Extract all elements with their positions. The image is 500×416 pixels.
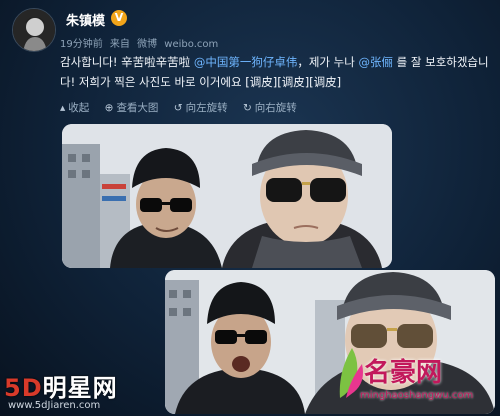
rotate-left-label: 向左旋转 [185,102,228,114]
collapse-label: 收起 [68,102,90,114]
avatar[interactable] [12,8,56,52]
watermark-minghao-url: minghaoshangwu.com [360,390,474,401]
image-toolbar: ▴ 收起 ⊕ 查看大图 ↺ 向左旋转 ↻ 向右旋转 [60,100,309,115]
mention-link-1[interactable]: @中国第一狗仔卓伟 [194,55,298,69]
rotate-right-icon: ↻ [242,102,252,114]
rotate-right-label: 向右旋转 [254,102,297,114]
username[interactable]: 朱镇模 [66,10,105,29]
watermark-5d-brand: 5D明星网 [4,368,118,403]
post-from-label: 来自 [109,39,130,50]
post-text-c: 누나 [333,55,355,69]
post-photo-1[interactable] [62,124,392,268]
watermark-5d-url: www.5dJiaren.com [8,400,101,411]
post-text: 감사합니다! 辛苦啦辛苦啦 @中国第一狗仔卓伟，제가 누나 @张俪 를 잘 보호… [60,52,492,92]
post-meta: 19分钟前 来自 微博 weibo.com [60,35,222,50]
mention-link-2[interactable]: @张俪 [358,55,393,69]
collapse-button[interactable]: ▴ 收起 [60,100,89,115]
post-site[interactable]: weibo.com [164,39,218,50]
collapse-icon: ▴ [60,102,66,114]
view-large-button[interactable]: ⊕ 查看大图 [105,100,159,115]
watermark-5d-suffix: 明星网 [42,374,118,402]
view-large-label: 查看大图 [116,102,159,114]
zoom-icon: ⊕ [104,102,114,114]
post-source[interactable]: 微博 [137,39,157,50]
rotate-left-button[interactable]: ↺ 向左旋转 [174,100,228,115]
rotate-right-button[interactable]: ↻ 向右旋转 [243,100,297,115]
verified-badge-icon: V [111,10,127,26]
watermark-5d-prefix: 5D [4,374,43,402]
rotate-left-icon: ↺ [173,102,183,114]
post-time[interactable]: 19分钟前 [60,39,103,50]
post-text-a: 감사합니다! 辛苦啦辛苦啦 [60,55,194,69]
watermark-minghao-brand: 名豪网 [364,358,443,388]
post-text-b: ，제가 [297,55,334,69]
